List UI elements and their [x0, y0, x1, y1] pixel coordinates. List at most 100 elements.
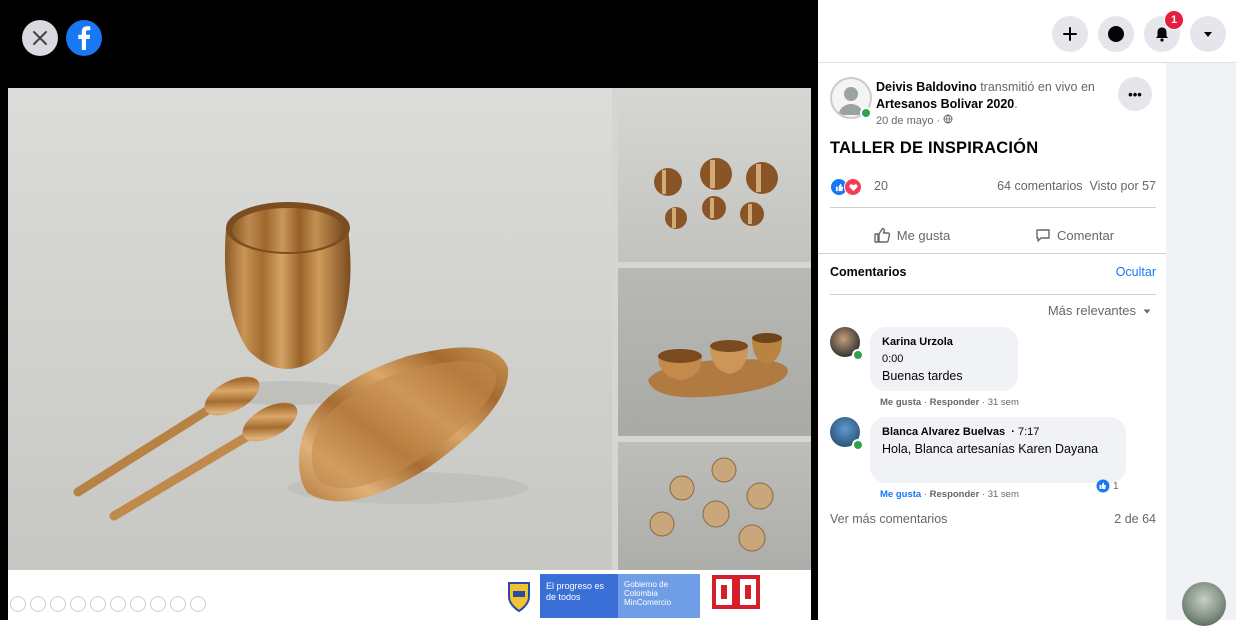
post-title: TALLER DE INSPIRACIÓN — [830, 139, 1039, 157]
comment-like-link[interactable]: Me gusta — [880, 397, 921, 408]
tool-icon[interactable] — [150, 596, 166, 612]
post-author-line: Deivis Baldovino transmitió en vivo en A… — [876, 79, 1096, 130]
online-indicator — [852, 439, 864, 451]
wooden-bowl-set-image — [73, 202, 528, 521]
comment-icon — [1036, 229, 1050, 242]
messenger-button[interactable] — [1098, 16, 1134, 52]
comment-reply-link[interactable]: Responder — [930, 397, 980, 408]
tool-icon[interactable] — [70, 596, 86, 612]
comment-age[interactable]: 31 sem — [988, 489, 1019, 500]
online-indicator — [860, 107, 872, 119]
divider — [830, 207, 1156, 208]
tool-icon[interactable] — [10, 596, 26, 612]
top-nav: 1 — [1052, 10, 1226, 52]
divider — [830, 294, 1156, 295]
tool-icon[interactable] — [130, 596, 146, 612]
author-name[interactable]: Deivis Baldovino — [876, 80, 977, 94]
main-photo — [8, 88, 612, 570]
comment-timestamp[interactable]: 7:17 — [1018, 426, 1039, 438]
post-date-row: 20 de mayo · — [876, 113, 1096, 130]
video-stage[interactable] — [8, 88, 811, 570]
commenter-name[interactable]: Blanca Alvarez Buelvas — [882, 426, 1005, 438]
caret-down-icon — [1143, 309, 1151, 313]
messenger-icon — [1108, 26, 1124, 42]
gov-ministry: Gobierno de Colombia MinComercio — [618, 574, 700, 618]
notifications-button[interactable]: 1 — [1144, 10, 1184, 52]
facebook-logo[interactable] — [66, 20, 102, 56]
commenter-name[interactable]: Karina Urzola — [882, 334, 1006, 351]
post-action-text: transmitió en vivo en — [976, 80, 1095, 94]
view-more-comments-link[interactable]: Ver más comentarios — [830, 512, 947, 526]
account-menu-button[interactable] — [1190, 16, 1226, 52]
hide-comments-link[interactable]: Ocultar — [1116, 265, 1156, 279]
comments-page-count: 2 de 64 — [1114, 512, 1156, 526]
group-name[interactable]: Artesanos Bolivar 2020 — [876, 97, 1014, 111]
more-options-button[interactable]: ••• — [1118, 77, 1152, 111]
comments-heading: Comentarios — [830, 265, 907, 279]
view-count: Visto por 57 — [1089, 179, 1156, 193]
close-button[interactable] — [22, 20, 58, 56]
tool-icon[interactable] — [30, 596, 46, 612]
post-panel: Deivis Baldovino transmitió en vivo en A… — [818, 63, 1166, 620]
comment-count[interactable]: 64 comentarios — [997, 179, 1082, 193]
more-comments-row: Ver más comentarios 2 de 64 — [830, 512, 1156, 526]
comment-label: Comentar — [1056, 227, 1115, 243]
post-stats-right: 64 comentarios Visto por 57 — [997, 179, 1156, 193]
caret-down-icon — [1204, 32, 1212, 37]
comment-meta: Me gusta · Responder · 31 sem — [880, 489, 1019, 500]
artesanias-logo-icon — [712, 575, 760, 609]
comment-reactions[interactable]: 1 — [1096, 479, 1119, 493]
government-logo: El progreso es de todos Gobierno de Colo… — [504, 574, 760, 618]
sponsor-logo-bar: El progreso es de todos Gobierno de Colo… — [8, 570, 811, 620]
love-reaction-icon — [844, 178, 862, 196]
like-button[interactable]: Me gusta — [830, 217, 993, 253]
close-icon — [33, 31, 47, 45]
comment-meta: Me gusta · Responder · 31 sem — [880, 397, 1019, 408]
comment-button[interactable]: Comentar — [993, 217, 1156, 253]
cups-tray-image — [648, 333, 788, 398]
tool-icon[interactable] — [50, 596, 66, 612]
more-dots-icon: ••• — [1128, 86, 1142, 102]
comment-text: Buenas tardes — [882, 369, 963, 383]
post-date[interactable]: 20 de mayo · — [876, 115, 943, 127]
reaction-icons[interactable] — [830, 178, 862, 196]
comment-text: Hola, Blanca artesanías Karen Dayana — [882, 442, 1099, 456]
facebook-f-icon — [78, 26, 91, 50]
thumbnail-pine-cones[interactable] — [618, 442, 811, 570]
online-indicator — [852, 349, 864, 361]
thumbnail-cups-on-tray[interactable] — [618, 268, 811, 436]
photo-viewer: El progreso es de todos Gobierno de Colo… — [0, 0, 818, 620]
tool-icon[interactable] — [190, 596, 206, 612]
comment-timestamp[interactable]: 0:00 — [882, 351, 1006, 368]
pine-cones-image — [649, 457, 774, 552]
comment-name-row: Blanca Alvarez Buelvas · 7:17 — [882, 426, 1040, 438]
comment-bubble: Blanca Alvarez Buelvas · 7:17 Hola, Blan… — [870, 417, 1126, 483]
thumbnail-small-bowls[interactable] — [618, 90, 811, 262]
comment-bubble: Karina Urzola 0:00 Buenas tardes — [870, 327, 1018, 391]
plus-icon — [1063, 27, 1077, 41]
thumbs-up-icon — [874, 227, 890, 243]
comment-reply-link[interactable]: Responder — [930, 489, 980, 500]
post-actions: Me gusta Comentar — [830, 217, 1156, 253]
tool-icon[interactable] — [170, 596, 186, 612]
comment-like-link[interactable]: Me gusta — [880, 489, 921, 500]
globe-icon — [943, 114, 953, 124]
divider — [818, 253, 1166, 254]
comment-sort-dropdown[interactable]: Más relevantes — [1048, 303, 1152, 318]
gov-slogan: El progreso es de todos — [540, 574, 618, 618]
comment-age[interactable]: 31 sem — [988, 397, 1019, 408]
tool-icon[interactable] — [90, 596, 106, 612]
create-button[interactable] — [1052, 16, 1088, 52]
chat-contact-avatar[interactable] — [1182, 582, 1226, 626]
reaction-count[interactable]: 20 — [874, 179, 888, 193]
like-reaction-icon — [1096, 479, 1110, 493]
sort-label: Más relevantes — [1047, 303, 1136, 318]
right-sidebar-strip — [1166, 63, 1236, 620]
tool-icon[interactable] — [110, 596, 126, 612]
comment-reaction-count: 1 — [1113, 480, 1119, 492]
coat-of-arms-icon — [508, 582, 530, 613]
small-bowls-image — [654, 158, 778, 229]
notification-badge: 1 — [1164, 10, 1184, 30]
toolbar-icons — [10, 596, 206, 612]
like-label: Me gusta — [896, 227, 951, 243]
